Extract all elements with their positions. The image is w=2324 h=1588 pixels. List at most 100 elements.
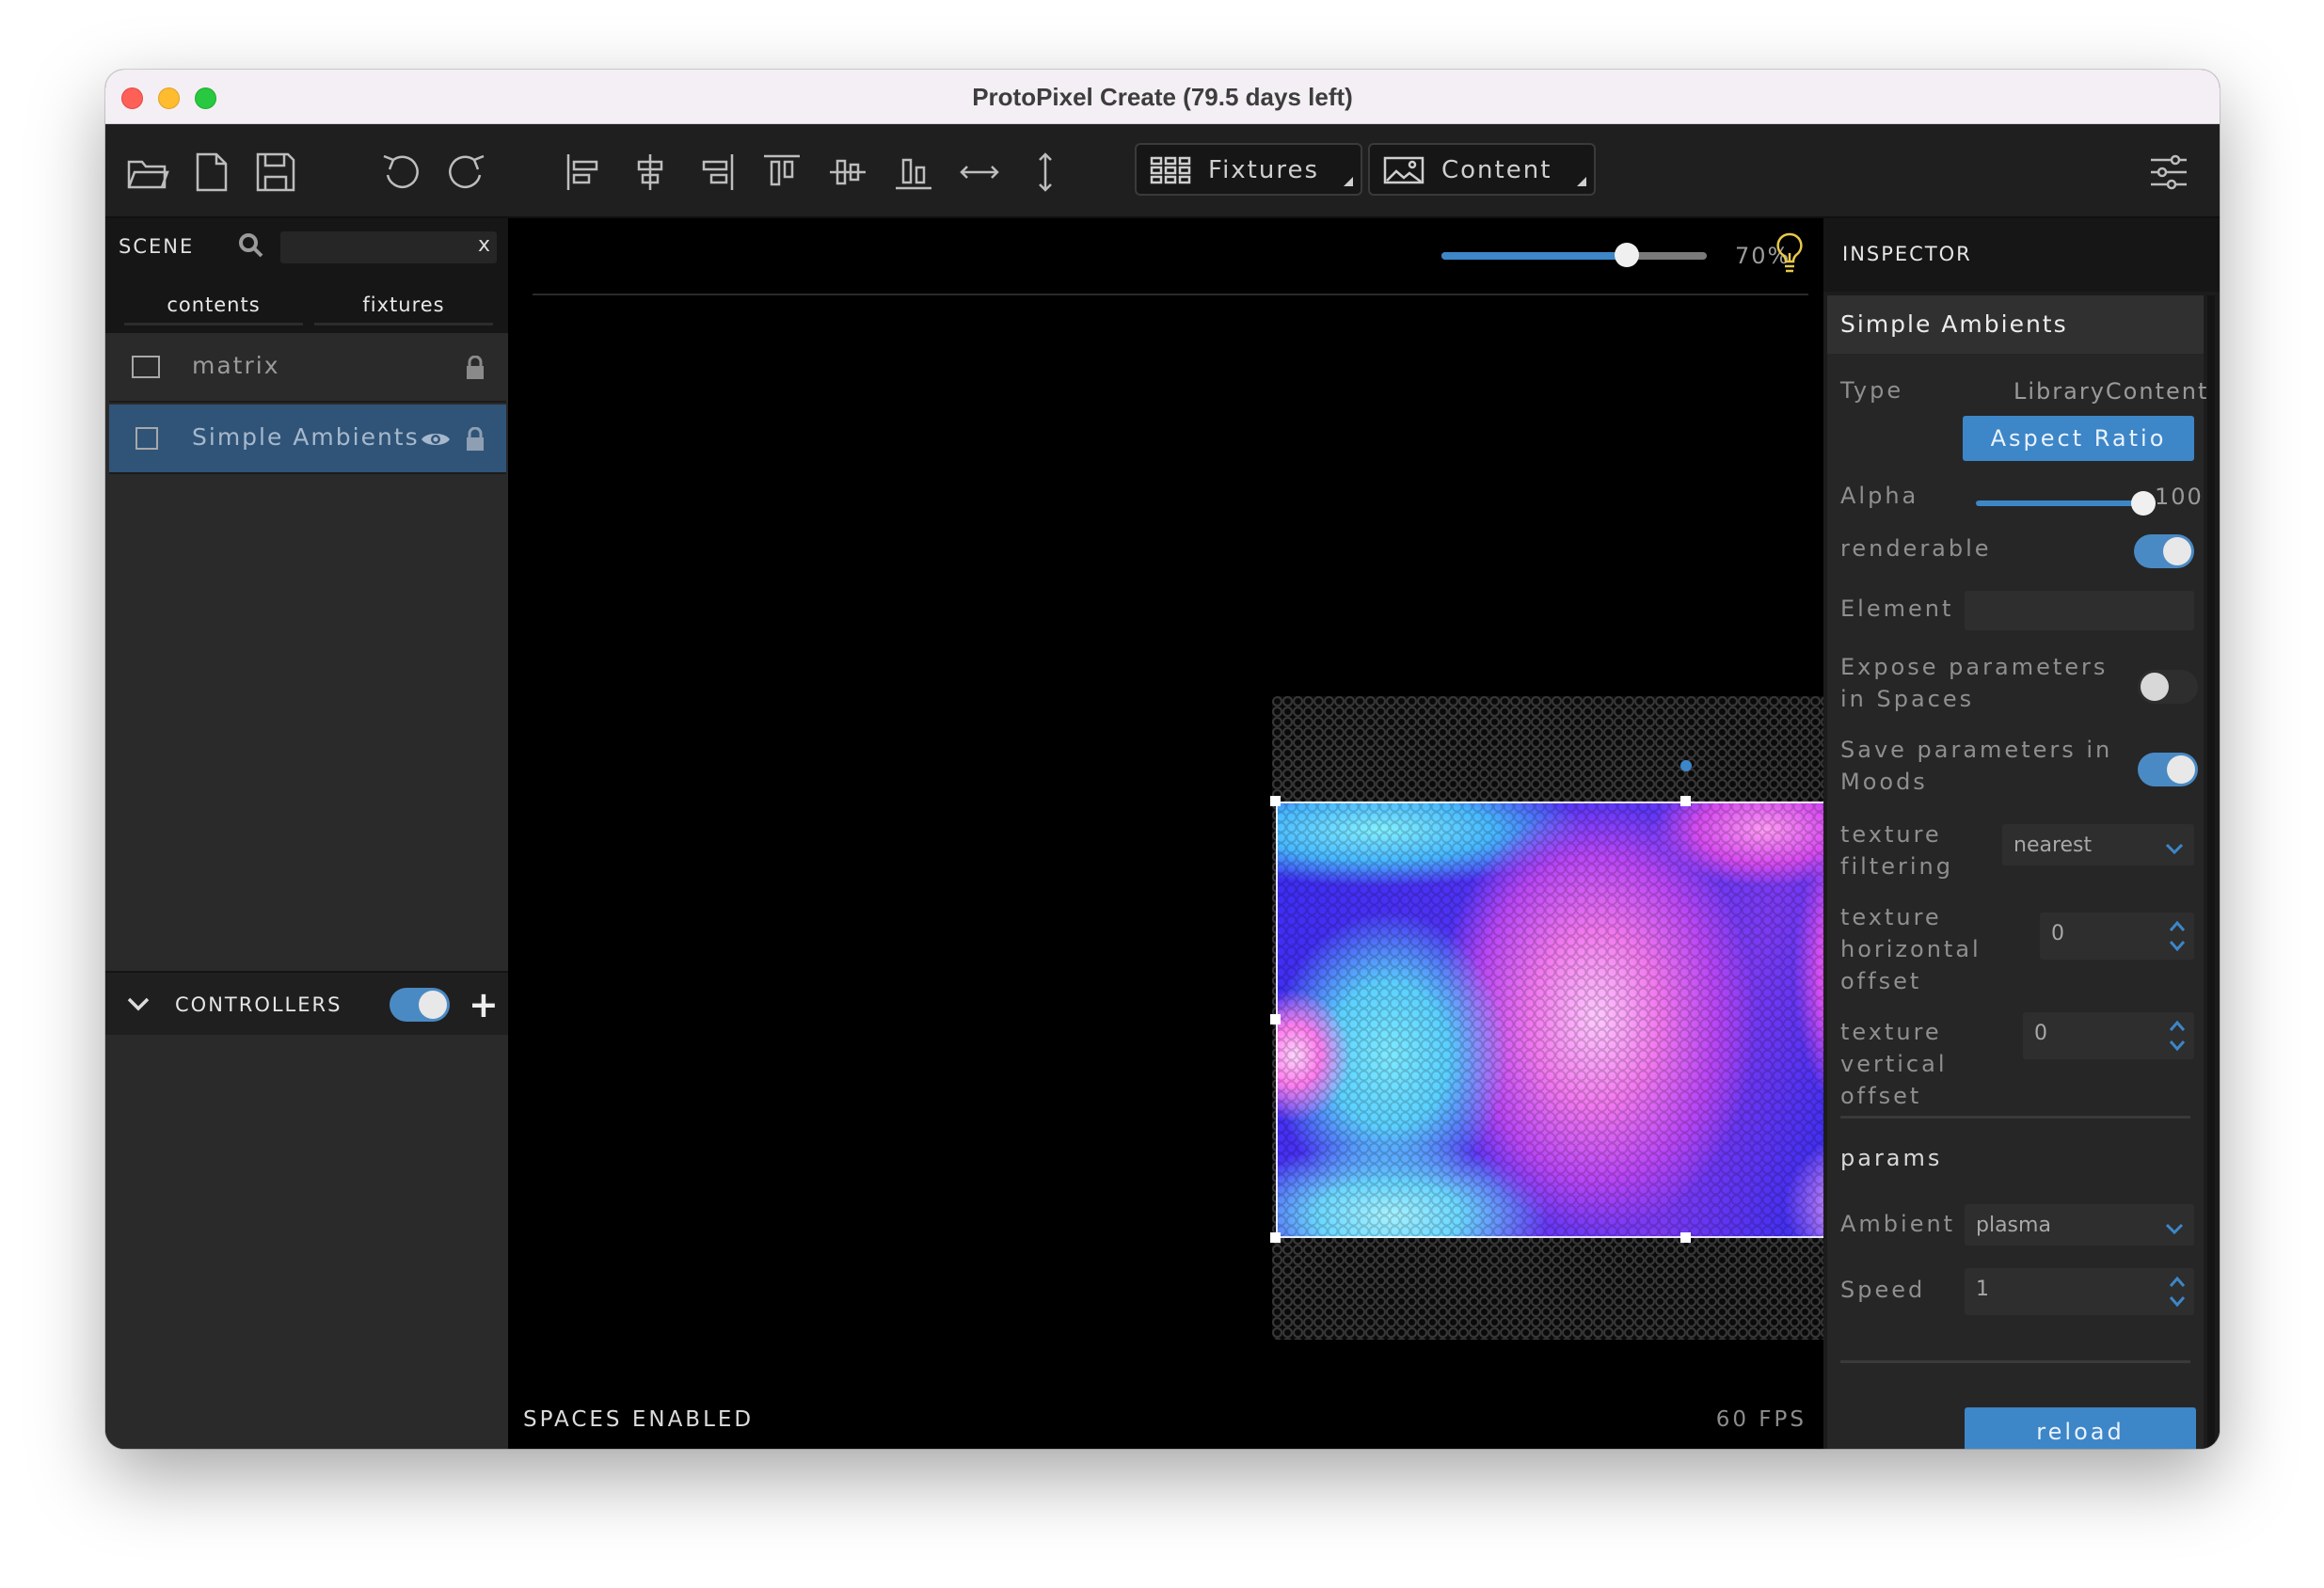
selected-item-name: Simple Ambients [1840, 310, 2068, 338]
alpha-slider[interactable] [1976, 491, 2156, 516]
stepper-arrows-icon[interactable] [2168, 918, 2187, 954]
inspector-title: INSPECTOR [1842, 243, 1972, 265]
resize-handle-bottom-left[interactable] [1270, 1232, 1281, 1243]
tab-fixtures[interactable]: fixtures [314, 284, 493, 326]
texture-horizontal-offset-label: texture horizontal offset [1840, 904, 1982, 994]
controllers-header: CONTROLLERS + [105, 971, 508, 1035]
canvas-viewport[interactable]: 70% SPACES ENABLED 60 FPS [512, 218, 2102, 1449]
lock-icon[interactable] [465, 355, 485, 380]
expose-parameters-toggle[interactable] [2138, 670, 2198, 704]
window-title: ProtoPixel Create (79.5 days left) [972, 83, 1353, 111]
controllers-title: CONTROLLERS [175, 993, 342, 1016]
alpha-label: Alpha [1840, 483, 1919, 509]
texture-filtering-select[interactable]: nearest [2002, 824, 2194, 865]
rotation-handle[interactable] [1680, 760, 1692, 771]
title-bar: ProtoPixel Create (79.5 days left) [105, 70, 2220, 124]
fps-counter: 60 FPS [1715, 1407, 1807, 1432]
tab-contents[interactable]: contents [124, 284, 303, 326]
search-clear-button[interactable]: x [478, 233, 490, 257]
aspect-ratio-button[interactable]: Aspect Ratio [1963, 416, 2194, 461]
zoom-slider-fill [1441, 252, 1628, 260]
toggle-knob [2167, 755, 2195, 784]
scene-panel: SCENE x contents fixtures matrix Simple … [105, 218, 508, 1449]
params-title: params [1840, 1145, 1943, 1171]
params-bottom-divider [1840, 1360, 2190, 1363]
element-field[interactable] [1965, 591, 2194, 630]
distribute-vertical-icon[interactable] [1024, 151, 1067, 194]
redo-icon[interactable] [444, 151, 487, 194]
stepper-arrows-icon[interactable] [2168, 1274, 2187, 1310]
new-file-icon[interactable] [190, 151, 233, 194]
speed-stepper[interactable]: 1 [1965, 1268, 2194, 1315]
resize-handle-bottom[interactable] [1680, 1232, 1691, 1243]
texture-vertical-offset-label: texture vertical offset [1840, 1019, 1948, 1109]
inspector-header: INSPECTOR [1823, 218, 2220, 292]
search-icon [237, 231, 265, 260]
scene-item-label: Simple Ambients [192, 423, 420, 451]
controllers-toggle[interactable] [390, 988, 450, 1022]
lock-icon[interactable] [465, 426, 485, 452]
undo-icon[interactable] [380, 151, 423, 194]
ambient-value: plasma [1976, 1214, 2051, 1237]
eye-icon[interactable] [420, 429, 452, 450]
chevron-down-icon[interactable] [126, 993, 151, 1014]
texture-vertical-offset-stepper[interactable]: 0 [2023, 1012, 2194, 1059]
resize-handle-top-left[interactable] [1270, 796, 1281, 806]
visibility-checkbox[interactable] [135, 427, 158, 450]
inspector-panel: INSPECTOR Simple Ambients Type LibraryCo… [1823, 218, 2220, 1449]
scene-item-matrix[interactable]: matrix [109, 333, 506, 403]
resize-handle-top[interactable] [1680, 796, 1691, 806]
save-parameters-toggle[interactable] [2138, 753, 2198, 786]
speed-label: Speed [1840, 1277, 1926, 1303]
fixtures-dropdown[interactable]: Fixtures [1135, 143, 1362, 196]
alpha-slider-knob[interactable] [2131, 491, 2156, 516]
open-folder-icon[interactable] [126, 151, 169, 194]
chevron-down-icon [2164, 1217, 2185, 1235]
dropdown-corner-icon [1577, 177, 1586, 186]
content-dropdown-label: Content [1441, 156, 1552, 184]
renderable-label: renderable [1840, 535, 1992, 562]
main-toolbar: Fixtures Content [105, 124, 2220, 218]
inspector-scrollbar[interactable] [2207, 295, 2215, 1449]
lightbulb-icon[interactable] [1773, 231, 1807, 275]
fixtures-dropdown-label: Fixtures [1208, 156, 1320, 184]
zoom-slider[interactable] [1441, 243, 1707, 267]
align-center-horizontal-icon[interactable] [629, 151, 672, 194]
dropdown-corner-icon [1344, 177, 1353, 186]
inspector-name-bar: Simple Ambients [1827, 295, 2204, 354]
stepper-arrows-icon[interactable] [2168, 1018, 2187, 1054]
speed-value: 1 [1976, 1278, 1989, 1301]
texture-filtering-value: nearest [2014, 834, 2093, 857]
spaces-status: SPACES ENABLED [523, 1407, 755, 1432]
scene-item-simple-ambients[interactable]: Simple Ambients [109, 405, 506, 474]
expose-parameters-label: Expose parameters in Spaces [1840, 654, 2109, 712]
align-bottom-icon[interactable] [892, 151, 935, 194]
align-top-icon[interactable] [760, 151, 804, 194]
save-icon[interactable] [254, 151, 297, 194]
renderable-toggle[interactable] [2134, 534, 2194, 568]
align-right-icon[interactable] [694, 151, 738, 194]
ambient-select[interactable]: plasma [1965, 1204, 2194, 1246]
content-dropdown[interactable]: Content [1368, 143, 1596, 196]
resize-handle-left[interactable] [1270, 1014, 1281, 1024]
distribute-horizontal-icon[interactable] [958, 151, 1001, 194]
inspector-body: Simple Ambients Type LibraryContent Aspe… [1827, 295, 2206, 1449]
align-left-icon[interactable] [563, 151, 606, 194]
texture-horizontal-offset-value: 0 [2051, 922, 2064, 945]
chevron-down-icon [2164, 837, 2185, 855]
align-center-vertical-icon[interactable] [826, 151, 869, 194]
scene-item-label: matrix [192, 352, 280, 379]
settings-sliders-icon[interactable] [2147, 151, 2190, 194]
texture-horizontal-offset-stepper[interactable]: 0 [2040, 913, 2194, 960]
visibility-checkbox[interactable] [132, 356, 160, 378]
controllers-list [109, 1052, 504, 1449]
add-controller-button[interactable]: + [469, 984, 499, 1025]
scene-search-input[interactable] [280, 231, 497, 263]
grid-icon [1150, 156, 1191, 184]
texture-vertical-offset-value: 0 [2034, 1022, 2047, 1045]
toggle-knob [419, 991, 447, 1019]
scene-header: SCENE x contents fixtures [105, 218, 508, 333]
ambient-label: Ambient [1840, 1211, 1956, 1237]
reload-button[interactable]: reload [1965, 1407, 2196, 1449]
zoom-slider-knob[interactable] [1615, 243, 1640, 267]
